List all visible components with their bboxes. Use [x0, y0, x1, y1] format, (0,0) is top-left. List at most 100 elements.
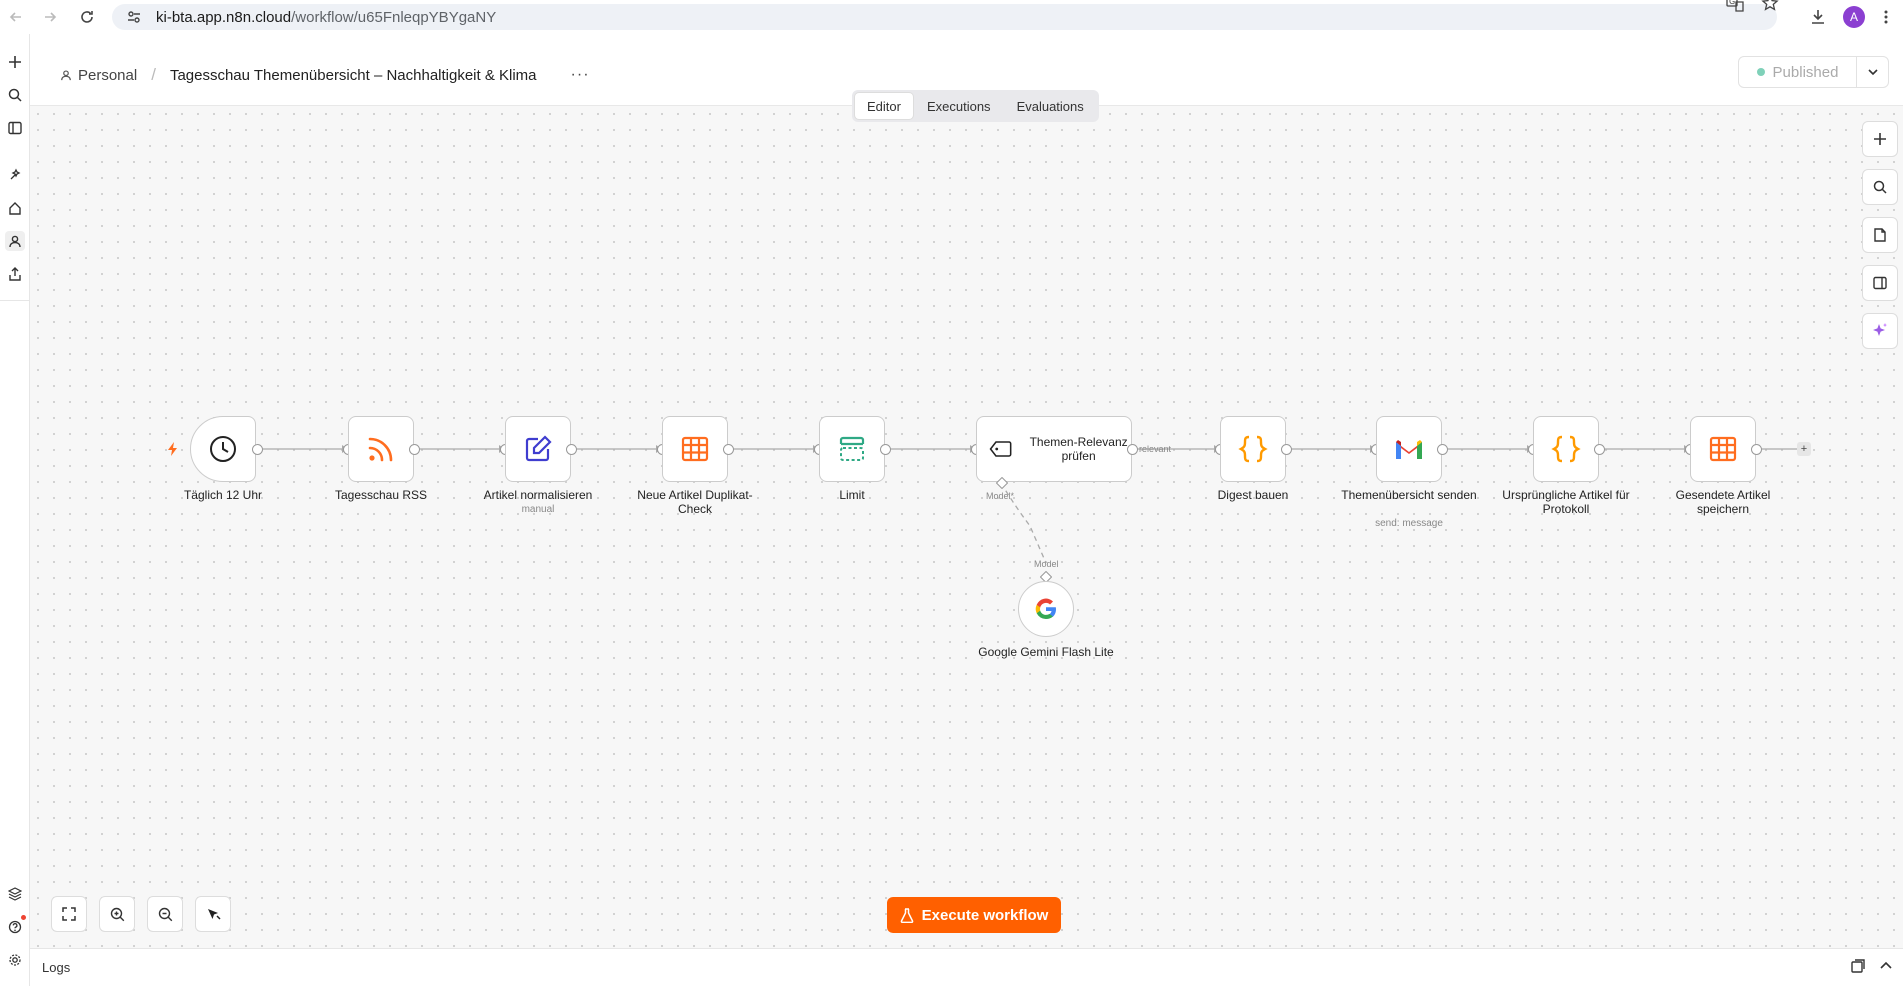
- personal-user-icon[interactable]: [5, 231, 25, 251]
- view-tabs: Editor Executions Evaluations: [852, 90, 1099, 122]
- port-out[interactable]: [409, 444, 420, 455]
- published-button[interactable]: Published: [1739, 57, 1856, 87]
- search-icon[interactable]: [5, 85, 25, 105]
- svg-text:G: G: [1729, 0, 1735, 6]
- port-out[interactable]: [252, 444, 263, 455]
- node-label: Themenübersicht senden: [1341, 488, 1477, 502]
- node-send[interactable]: [1376, 416, 1442, 482]
- node-original[interactable]: [1533, 416, 1599, 482]
- breadcrumb-root-label: Personal: [78, 66, 138, 84]
- node-label: Limit: [839, 488, 865, 502]
- node-label: Google Gemini Flash Lite: [978, 645, 1114, 659]
- zoom-out-button[interactable]: [147, 896, 183, 932]
- node-rss[interactable]: [348, 416, 414, 482]
- node-gemini[interactable]: [1018, 581, 1074, 637]
- node-relevance[interactable]: Themen-Relevanz prüfen: [976, 416, 1132, 482]
- breadcrumb-separator: /: [151, 65, 156, 84]
- node-normalize[interactable]: [505, 416, 571, 482]
- address-bar[interactable]: ki-bta.app.n8n.cloud/workflow/u65FnleqpY…: [112, 4, 1777, 30]
- port-out[interactable]: [1437, 444, 1448, 455]
- table-icon: [681, 436, 709, 462]
- logs-actions: [1851, 959, 1893, 973]
- home-icon[interactable]: [5, 198, 25, 218]
- model-port[interactable]: [996, 477, 1008, 489]
- url-path: /workflow/u65FnleqpYBYgaNY: [291, 8, 497, 26]
- published-label: Published: [1772, 63, 1839, 81]
- share-icon[interactable]: [5, 264, 25, 284]
- popout-icon[interactable]: [1851, 959, 1865, 973]
- ai-agent-icon[interactable]: [5, 165, 25, 185]
- port-out[interactable]: [1594, 444, 1605, 455]
- connection-label: relevant: [1139, 444, 1172, 454]
- chevron-up-icon[interactable]: [1879, 959, 1893, 973]
- port-out[interactable]: [1751, 444, 1762, 455]
- workflow-title[interactable]: Tagesschau Themenübersicht – Nachhaltigk…: [170, 67, 537, 84]
- tab-executions[interactable]: Executions: [915, 93, 1003, 119]
- chevron-down-icon[interactable]: [1856, 57, 1888, 87]
- translate-icon[interactable]: G: [1725, 0, 1745, 13]
- settings-gear-icon[interactable]: [5, 950, 25, 970]
- node-label: Tagesschau RSS: [334, 488, 428, 502]
- node-digest[interactable]: [1220, 416, 1286, 482]
- port-out[interactable]: [566, 444, 577, 455]
- fit-view-button[interactable]: [51, 896, 87, 932]
- port-out[interactable]: [880, 444, 891, 455]
- forward-icon[interactable]: [38, 5, 62, 29]
- node-label: Täglich 12 Uhr: [183, 488, 263, 502]
- back-icon[interactable]: [4, 5, 28, 29]
- node-label: Themen-Relevanz prüfen: [1029, 435, 1128, 463]
- reload-icon[interactable]: [75, 5, 99, 29]
- menu-dots-icon[interactable]: [1876, 7, 1896, 27]
- node-label: Artikel normalisieren: [483, 488, 593, 502]
- code-braces-icon: [1551, 435, 1581, 463]
- node-sublabel: manual: [521, 504, 555, 515]
- workflow-canvas[interactable]: Täglich 12 Uhr Tagesschau RSS Artikel no…: [30, 106, 1903, 948]
- zoom-in-button[interactable]: [99, 896, 135, 932]
- google-icon: [1035, 598, 1056, 620]
- node-trigger[interactable]: [190, 416, 256, 482]
- search-nodes-button[interactable]: [1862, 169, 1898, 205]
- node-save[interactable]: [1690, 416, 1756, 482]
- gmail-icon: [1396, 440, 1422, 459]
- tab-evaluations[interactable]: Evaluations: [1005, 93, 1096, 119]
- node-sublabel: send: message: [1375, 518, 1443, 529]
- left-sidebar: [0, 34, 30, 986]
- tab-editor[interactable]: Editor: [855, 93, 913, 119]
- ai-assistant-sparkle-icon[interactable]: [1862, 313, 1898, 349]
- node-label: Neue Artikel Duplikat-Check: [637, 488, 753, 516]
- node-dupcheck[interactable]: [662, 416, 728, 482]
- clock-icon: [210, 436, 236, 462]
- person-icon: [61, 70, 71, 81]
- download-icon[interactable]: [1808, 7, 1828, 27]
- help-icon[interactable]: [5, 915, 26, 937]
- add-node-tool-button[interactable]: [1862, 121, 1898, 157]
- node-label: Digest bauen: [1217, 488, 1289, 502]
- code-braces-icon: [1238, 435, 1268, 463]
- published-status-dot: [1756, 68, 1765, 76]
- bookmark-star-icon[interactable]: [1760, 0, 1780, 13]
- site-settings-icon[interactable]: [126, 8, 144, 26]
- port-out[interactable]: [1281, 444, 1292, 455]
- model-input-label: Model*: [986, 491, 1015, 501]
- logs-panel-bar[interactable]: Logs: [30, 948, 1903, 986]
- add-node-button[interactable]: +: [1797, 442, 1811, 456]
- plus-icon[interactable]: [5, 52, 25, 72]
- breadcrumb: Personal / Tagesschau Themenübersicht – …: [60, 65, 590, 85]
- port-out[interactable]: [723, 444, 734, 455]
- port-out[interactable]: [1127, 444, 1138, 455]
- more-options-button[interactable]: ···: [571, 66, 590, 84]
- templates-icon[interactable]: [5, 884, 25, 904]
- breadcrumb-personal[interactable]: Personal: [60, 67, 137, 84]
- sidebar-divider: [0, 300, 30, 301]
- rss-icon: [368, 437, 393, 462]
- profile-avatar[interactable]: A: [1843, 6, 1865, 28]
- panel-toggle-icon[interactable]: [5, 118, 25, 138]
- publish-group: Published: [1738, 56, 1889, 88]
- tidy-up-button[interactable]: [195, 896, 231, 932]
- tag-classifier-icon: [989, 441, 1012, 457]
- side-panel-button[interactable]: [1862, 265, 1898, 301]
- execute-workflow-button[interactable]: Execute workflow: [887, 897, 1061, 933]
- table-icon: [1709, 436, 1737, 462]
- sticky-note-button[interactable]: [1862, 217, 1898, 253]
- node-limit[interactable]: [819, 416, 885, 482]
